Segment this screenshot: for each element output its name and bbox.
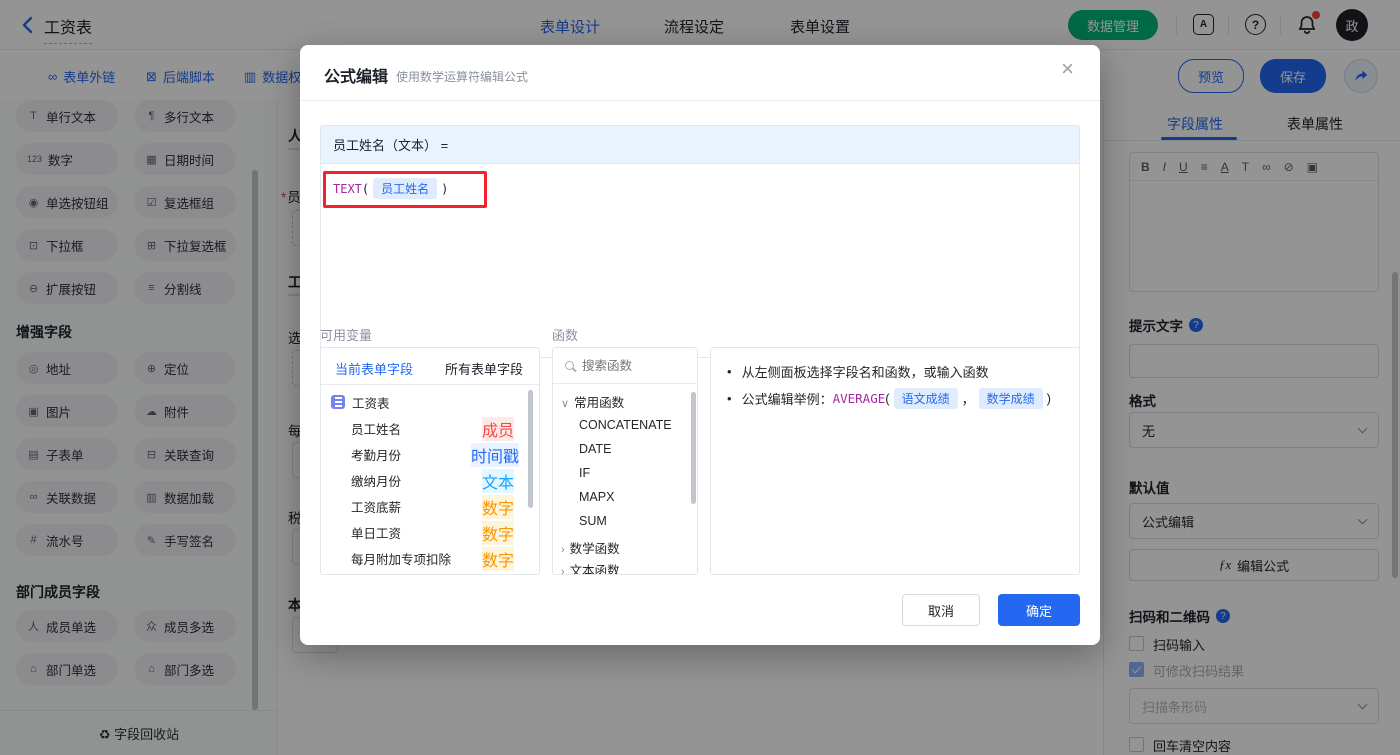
chevron-closed-icon: › bbox=[561, 566, 565, 575]
form-name: 工资表 bbox=[352, 396, 390, 411]
field-type-tag: 数字 bbox=[482, 547, 515, 571]
search-icon bbox=[565, 361, 574, 370]
variable-name: 单日工资 bbox=[351, 526, 402, 541]
variables-section-label: 可用变量 bbox=[320, 328, 373, 343]
modal-subtitle: 使用数学运算符编辑公式 bbox=[396, 70, 529, 84]
variable-name: 工资底薪 bbox=[351, 500, 402, 515]
form-doc-icon bbox=[331, 395, 345, 409]
variable-name: 缴纳月份 bbox=[351, 474, 402, 489]
function-search-input[interactable] bbox=[582, 358, 672, 373]
functions-scrollbar-thumb[interactable] bbox=[691, 392, 696, 504]
functions-panel: ∨ 常用函数 CONCATENATE DATE IF MAPX SUM › 数学函数… bbox=[552, 347, 698, 575]
function-item[interactable]: IF bbox=[579, 466, 590, 480]
group-label: 常用函数 bbox=[574, 396, 625, 410]
function-group-text[interactable]: › 文本函数 bbox=[561, 560, 620, 575]
field-type-tag: 数字 bbox=[482, 495, 515, 519]
field-type-tag: 文本 bbox=[482, 469, 515, 493]
group-label: 文本函数 bbox=[569, 564, 620, 575]
function-group-common[interactable]: ∨ 常用函数 bbox=[561, 392, 624, 411]
variable-row[interactable]: 缴纳月份 bbox=[351, 468, 401, 492]
variables-scrollbar-thumb[interactable] bbox=[528, 390, 533, 508]
variable-name: 考勤月份 bbox=[351, 448, 402, 463]
formula-editor-area: 员工姓名（文本） = TEXT ( 员工姓名 ) bbox=[320, 125, 1080, 358]
divider bbox=[300, 100, 1100, 101]
variable-row[interactable]: 工资底薪 bbox=[351, 494, 401, 518]
chevron-open-icon: ∨ bbox=[561, 398, 570, 410]
example-chip: 数学成绩 bbox=[978, 388, 1043, 409]
paren-token: ( bbox=[885, 391, 890, 406]
variable-row[interactable]: 员工姓名 bbox=[351, 416, 401, 440]
function-item[interactable]: DATE bbox=[579, 442, 611, 456]
function-search-box[interactable] bbox=[553, 348, 697, 384]
app-root: 工资表 表单设计 流程设定 表单设置 数据管理 A ? 政 ∞ 表单外链 ⊠ 后… bbox=[0, 0, 1400, 755]
form-tree-root[interactable]: 工资表 bbox=[331, 390, 390, 414]
function-group-math[interactable]: › 数学函数 bbox=[561, 538, 620, 557]
variable-row[interactable]: 考勤月份 bbox=[351, 442, 401, 466]
divider bbox=[321, 384, 539, 385]
field-type-tag: 数字 bbox=[482, 521, 515, 545]
annotation-box bbox=[323, 171, 487, 208]
tab-current-form-fields[interactable]: 当前表单字段 bbox=[335, 359, 413, 378]
functions-section-label: 函数 bbox=[552, 328, 579, 343]
paren-token: ) bbox=[1046, 391, 1051, 406]
help-example: 公式编辑举例： AVERAGE ( 语文成绩 ， 数学成绩 ) bbox=[727, 388, 1051, 409]
field-type-tag: 时间戳 bbox=[471, 443, 520, 467]
chevron-closed-icon: › bbox=[561, 544, 565, 556]
close-icon[interactable]: × bbox=[1061, 58, 1074, 80]
variable-row[interactable]: 单日工资 bbox=[351, 520, 401, 544]
variable-name: 员工姓名 bbox=[351, 422, 402, 437]
field-type-tag: 成员 bbox=[482, 417, 515, 441]
function-item[interactable]: SUM bbox=[579, 514, 607, 528]
modal-title: 公式编辑 bbox=[324, 69, 389, 86]
confirm-button[interactable]: 确定 bbox=[998, 594, 1080, 626]
comma-token: ， bbox=[961, 392, 975, 407]
group-label: 数学函数 bbox=[569, 542, 620, 556]
function-item[interactable]: CONCATENATE bbox=[579, 418, 672, 432]
variable-row[interactable]: 每月附加专项扣除 bbox=[351, 546, 451, 570]
example-prefix: 公式编辑举例： bbox=[741, 392, 833, 407]
example-function: AVERAGE bbox=[832, 391, 886, 406]
variable-name: 每月附加专项扣除 bbox=[351, 552, 452, 567]
help-tip: 从左侧面板选择字段名和函数，或输入函数 bbox=[727, 362, 989, 381]
formula-help-panel: 从左侧面板选择字段名和函数，或输入函数 公式编辑举例： AVERAGE ( 语文… bbox=[710, 347, 1080, 575]
example-chip: 语文成绩 bbox=[893, 388, 958, 409]
cancel-button[interactable]: 取消 bbox=[902, 594, 980, 626]
formula-editor-modal: 公式编辑 使用数学运算符编辑公式 × 员工姓名（文本） = TEXT ( 员工姓… bbox=[300, 45, 1100, 645]
variables-panel: 当前表单字段 所有表单字段 工资表 员工姓名 成员 考勤月份 时间戳 缴纳月份 … bbox=[320, 347, 540, 575]
formula-target: 员工姓名（文本） = bbox=[321, 126, 1079, 164]
function-item[interactable]: MAPX bbox=[579, 490, 614, 504]
tab-all-form-fields[interactable]: 所有表单字段 bbox=[445, 359, 523, 378]
